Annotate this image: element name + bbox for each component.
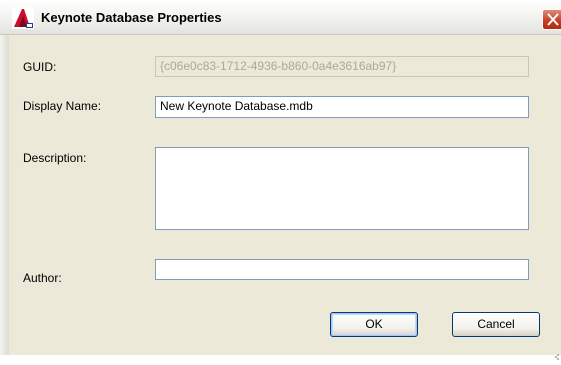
close-button[interactable]	[542, 9, 561, 30]
ok-button[interactable]: OK	[330, 312, 418, 337]
cancel-button[interactable]: Cancel	[452, 312, 540, 337]
guid-field: {c06e0c83-1712-4936-b860-0a4e3616ab97}	[155, 56, 529, 77]
resize-grip-icon[interactable]	[553, 347, 559, 360]
window-title: Keynote Database Properties	[41, 10, 222, 25]
app-icon	[12, 7, 34, 29]
close-icon	[547, 13, 559, 26]
title-bar[interactable]: Keynote Database Properties	[0, 0, 561, 35]
window-border	[0, 35, 9, 355]
description-label: Description:	[23, 151, 87, 165]
display-name-field[interactable]: New Keynote Database.mdb	[155, 96, 529, 118]
guid-label: GUID:	[23, 60, 57, 74]
display-name-label: Display Name:	[23, 99, 102, 113]
description-field[interactable]	[155, 147, 529, 230]
author-label: Author:	[23, 271, 62, 285]
keynote-database-properties-dialog: Keynote Database Properties GUID: {c06e0…	[0, 0, 561, 360]
author-field[interactable]	[155, 259, 529, 280]
